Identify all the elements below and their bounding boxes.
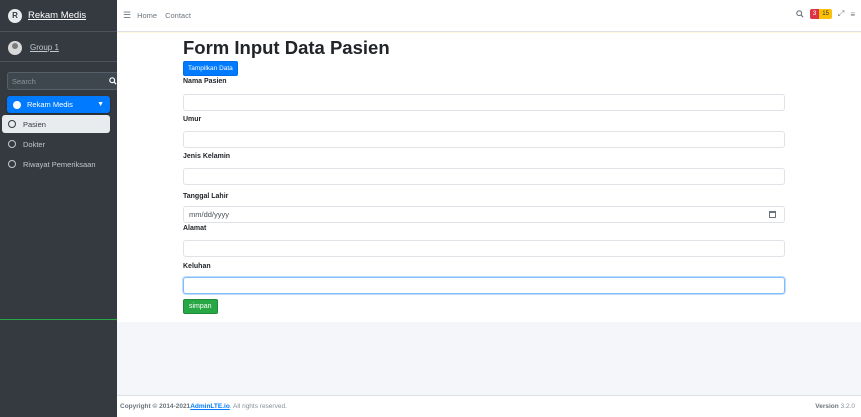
patient-form: Form Input Data Pasien Tampilkan Data Na… bbox=[183, 33, 785, 314]
sidebar-item-label: Rekam Medis bbox=[27, 100, 73, 109]
umur-input[interactable] bbox=[183, 131, 785, 148]
sidebar-item-dokter[interactable]: Dokter bbox=[2, 135, 110, 153]
top-navbar: ☰ Home Contact 3 15 ⤢ ≡ bbox=[117, 0, 861, 32]
brand-link[interactable]: R Rekam Medis bbox=[0, 0, 117, 32]
save-button[interactable]: simpan bbox=[183, 299, 218, 314]
show-data-button[interactable]: Tampilkan Data bbox=[183, 61, 238, 76]
field-label-alamat: Alamat bbox=[183, 225, 207, 232]
control-sidebar-icon[interactable]: ≡ bbox=[850, 10, 855, 19]
main-sidebar: R Rekam Medis Group 1 Rekam Medis ▼ Pasi… bbox=[0, 0, 118, 417]
user-panel: Group 1 bbox=[0, 34, 117, 62]
nav-link-contact[interactable]: Contact bbox=[165, 11, 191, 20]
version-number: 3.2.0 bbox=[840, 403, 855, 410]
brand-name[interactable]: Rekam Medis bbox=[28, 10, 86, 21]
nav-link-home[interactable]: Home bbox=[137, 11, 157, 20]
calendar-icon[interactable] bbox=[769, 211, 776, 218]
tanggal-lahir-input[interactable]: mm/dd/yyyy bbox=[183, 206, 785, 223]
circle-icon bbox=[8, 140, 16, 148]
user-name-link[interactable]: Group 1 bbox=[30, 43, 59, 52]
user-avatar bbox=[8, 40, 22, 55]
messages-badge: 3 bbox=[809, 9, 820, 19]
alamat-input[interactable] bbox=[183, 240, 785, 257]
page-title: Form Input Data Pasien bbox=[183, 37, 390, 58]
sidebar-search-input[interactable] bbox=[7, 72, 109, 90]
search-icon bbox=[109, 77, 117, 85]
brand-logo-icon: R bbox=[8, 8, 22, 23]
main-footer: Copyright © 2014-2021 AdminLTE.io . All … bbox=[117, 395, 861, 417]
circle-icon bbox=[8, 160, 16, 168]
sidebar-item-label: Riwayat Pemeriksaan bbox=[23, 159, 96, 169]
navbar-right: 3 15 ⤢ ≡ bbox=[796, 9, 855, 19]
field-label-nama-pasien: Nama Pasien bbox=[183, 78, 227, 85]
notification-badges[interactable]: 3 15 bbox=[809, 9, 832, 19]
nama-pasien-input[interactable] bbox=[183, 94, 785, 111]
date-placeholder: mm/dd/yyyy bbox=[189, 210, 230, 219]
keluhan-input[interactable] bbox=[183, 277, 785, 294]
sidebar-item-rekam-medis[interactable]: Rekam Medis ▼ bbox=[7, 96, 110, 113]
menu-toggle-icon[interactable]: ☰ bbox=[123, 10, 131, 21]
search-icon[interactable] bbox=[796, 10, 804, 18]
chevron-down-icon: ▼ bbox=[97, 101, 104, 108]
notifications-badge: 15 bbox=[819, 9, 832, 19]
field-label-tanggal-lahir: Tanggal Lahir bbox=[183, 193, 229, 200]
sidebar-item-label: Pasien bbox=[23, 119, 46, 129]
version-label: Version bbox=[815, 403, 839, 410]
sidebar-search bbox=[7, 72, 118, 90]
fullscreen-icon[interactable]: ⤢ bbox=[838, 9, 844, 19]
sidebar-item-riwayat-pemeriksaan[interactable]: Riwayat Pemeriksaan bbox=[2, 155, 110, 173]
adminlte-link[interactable]: AdminLTE.io bbox=[190, 403, 230, 410]
field-label-keluhan: Keluhan bbox=[183, 263, 211, 270]
field-label-jenis-kelamin: Jenis Kelamin bbox=[183, 153, 231, 160]
jenis-kelamin-input[interactable] bbox=[183, 168, 785, 185]
field-label-umur: Umur bbox=[183, 116, 202, 123]
sidebar-item-label: Dokter bbox=[23, 139, 46, 149]
circle-icon bbox=[8, 120, 16, 128]
divider-line bbox=[0, 319, 120, 320]
content-wrapper: Form Input Data Pasien Tampilkan Data Na… bbox=[117, 33, 861, 322]
sidebar-item-pasien[interactable]: Pasien bbox=[2, 115, 110, 133]
copyright-suffix: . All rights reserved. bbox=[229, 403, 287, 410]
content-background bbox=[117, 322, 861, 395]
dashboard-icon bbox=[13, 100, 21, 109]
version-info: Version 3.2.0 bbox=[815, 403, 855, 410]
copyright-prefix: Copyright © 2014-2021 bbox=[120, 403, 191, 410]
